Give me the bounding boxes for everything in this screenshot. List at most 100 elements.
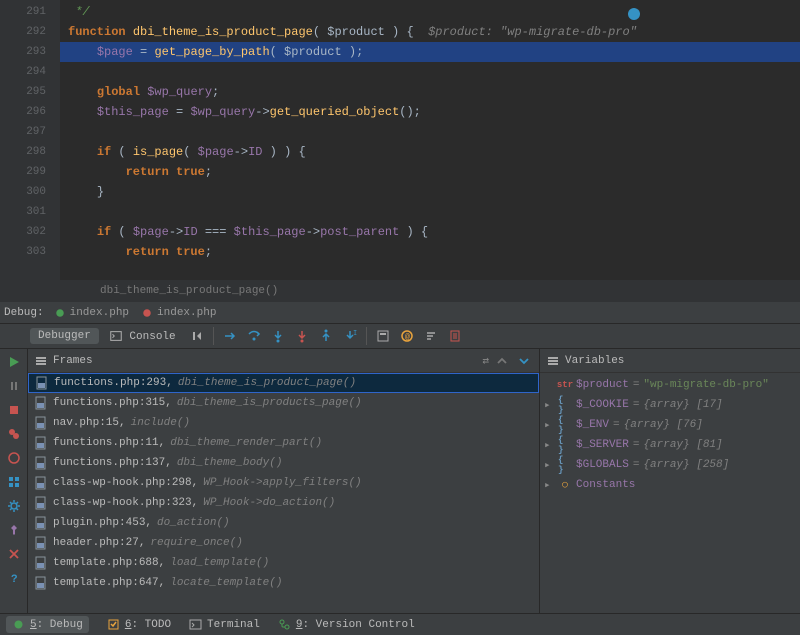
run-config-tab[interactable]: index.php	[141, 307, 216, 319]
php-file-icon	[34, 496, 48, 510]
php-file-icon	[34, 516, 48, 530]
settings-gear-button[interactable]	[3, 495, 25, 517]
pause-button[interactable]	[3, 375, 25, 397]
debug-tool-window: Debug: index.php index.php Debugger Cons…	[0, 302, 800, 613]
variable-row[interactable]: str$product = "wp-migrate-db-pro"	[544, 375, 796, 395]
svg-text:I: I	[353, 330, 357, 338]
frame-list[interactable]: functions.php:293, dbi_theme_is_product_…	[28, 373, 539, 613]
frame-item[interactable]: plugin.php:453, do_action()	[28, 513, 539, 533]
php-file-icon	[34, 396, 48, 410]
array-icon: { }	[558, 458, 572, 472]
php-file-icon	[34, 476, 48, 490]
svg-text:?: ?	[11, 574, 18, 585]
debug-tool-button[interactable]: 5: Debug	[6, 616, 89, 633]
line-number: 296	[0, 102, 46, 122]
frame-item[interactable]: class-wp-hook.php:298, WP_Hook->apply_fi…	[28, 473, 539, 493]
frame-item[interactable]: header.php:27, require_once()	[28, 533, 539, 553]
close-button[interactable]	[3, 543, 25, 565]
variable-row[interactable]: ▸{ }$_SERVER = {array} [81]	[544, 435, 796, 455]
variable-row[interactable]: ▸◯Constants	[544, 475, 796, 495]
expand-toggle[interactable]: ▸	[544, 418, 554, 432]
settings-icon[interactable]	[444, 325, 466, 347]
expand-toggle[interactable]: ▸	[544, 478, 554, 492]
line-number: 299	[0, 162, 46, 182]
line-number: 298	[0, 142, 46, 162]
line-number: 295	[0, 82, 46, 102]
frame-item[interactable]: template.php:647, locate_template()	[28, 573, 539, 593]
frame-item[interactable]: template.php:688, load_template()	[28, 553, 539, 573]
frame-item[interactable]: functions.php:315, dbi_theme_is_products…	[28, 393, 539, 413]
terminal-tool-button[interactable]: Terminal	[189, 618, 260, 631]
variable-list[interactable]: str$product = "wp-migrate-db-pro"▸{ }$_C…	[540, 373, 800, 613]
variables-panel: Variables str$product = "wp-migrate-db-p…	[540, 349, 800, 613]
analysis-indicator-icon[interactable]	[628, 8, 640, 20]
help-button[interactable]: ?	[3, 567, 25, 589]
array-icon: { }	[558, 418, 572, 432]
layout-button[interactable]	[3, 471, 25, 493]
line-number: 297	[0, 122, 46, 142]
variable-row[interactable]: ▸{ }$_ENV = {array} [76]	[544, 415, 796, 435]
line-number: 302	[0, 222, 46, 242]
debug-left-rail: ?	[0, 349, 28, 613]
frame-item[interactable]: functions.php:293, dbi_theme_is_product_…	[28, 373, 539, 393]
line-number: 291	[0, 2, 46, 22]
step-into-icon[interactable]	[267, 325, 289, 347]
resume-button[interactable]	[3, 351, 25, 373]
todo-tool-button[interactable]: 6: TODO	[107, 618, 171, 631]
breadcrumb[interactable]: dbi_theme_is_product_page()	[0, 280, 800, 302]
debug-toolbar: Debugger Console I @	[0, 324, 800, 349]
array-icon: { }	[558, 398, 572, 412]
stop-button[interactable]	[3, 399, 25, 421]
php-file-icon	[34, 576, 48, 590]
run-to-cursor-icon[interactable]: I	[339, 325, 361, 347]
vcs-icon	[278, 618, 291, 631]
vcs-tool-button[interactable]: 9: Version Control	[278, 618, 415, 631]
frame-up-button[interactable]	[493, 352, 511, 370]
frame-down-button[interactable]	[515, 352, 533, 370]
bug-icon	[141, 307, 153, 319]
frame-item[interactable]: functions.php:137, dbi_theme_body()	[28, 453, 539, 473]
frame-item[interactable]: functions.php:11, dbi_theme_render_part(…	[28, 433, 539, 453]
variables-icon	[546, 354, 560, 368]
expand-toggle[interactable]: ▸	[544, 398, 554, 412]
php-file-icon	[34, 416, 48, 430]
show-execution-point-icon[interactable]	[219, 325, 241, 347]
array-icon: { }	[558, 438, 572, 452]
php-file-icon	[34, 436, 48, 450]
php-file-icon	[34, 536, 48, 550]
thread-selector-icon[interactable]: ⇄	[482, 354, 489, 368]
debugger-tab[interactable]: Debugger	[30, 328, 99, 344]
code-area[interactable]: */ function dbi_theme_is_product_page( $…	[60, 0, 800, 280]
console-tab[interactable]: Console	[101, 327, 184, 345]
line-number: 294	[0, 62, 46, 82]
force-step-into-icon[interactable]	[291, 325, 313, 347]
trace-icon[interactable]: @	[396, 325, 418, 347]
variable-row[interactable]: ▸{ }$GLOBALS = {array} [258]	[544, 455, 796, 475]
frames-title: Frames	[53, 355, 93, 367]
current-exec-line: $page = get_page_by_path( $product );	[60, 42, 800, 62]
line-number: 303	[0, 242, 46, 262]
terminal-icon	[189, 618, 202, 631]
mute-breakpoints-button[interactable]	[3, 447, 25, 469]
constant-icon: ◯	[558, 478, 572, 492]
sort-icon[interactable]	[420, 325, 442, 347]
output-toggle-icon[interactable]	[186, 325, 208, 347]
pin-button[interactable]	[3, 519, 25, 541]
step-out-icon[interactable]	[315, 325, 337, 347]
line-number: 292	[0, 22, 46, 42]
variable-row[interactable]: ▸{ }$_COOKIE = {array} [17]	[544, 395, 796, 415]
line-number: 300	[0, 182, 46, 202]
frame-item[interactable]: nav.php:15, include()	[28, 413, 539, 433]
step-over-icon[interactable]	[243, 325, 265, 347]
evaluate-expression-icon[interactable]	[372, 325, 394, 347]
string-icon: str	[558, 378, 572, 392]
expand-toggle[interactable]: ▸	[544, 458, 554, 472]
debug-title: Debug:	[4, 307, 44, 319]
run-config-tab[interactable]: index.php	[54, 307, 129, 319]
view-breakpoints-button[interactable]	[3, 423, 25, 445]
todo-icon	[107, 618, 120, 631]
bug-icon	[54, 307, 66, 319]
expand-toggle[interactable]: ▸	[544, 438, 554, 452]
breakpoint-line[interactable]: 293	[0, 42, 46, 62]
frame-item[interactable]: class-wp-hook.php:323, WP_Hook->do_actio…	[28, 493, 539, 513]
